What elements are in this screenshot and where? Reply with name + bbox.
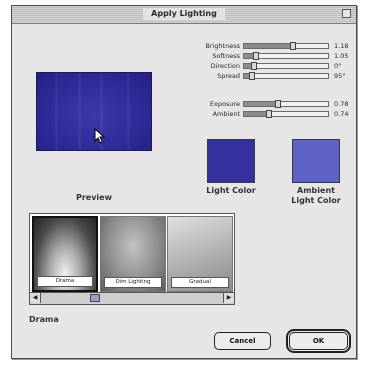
preview-streak xyxy=(78,73,81,150)
slider-label: Direction xyxy=(210,62,240,70)
slider-label: Softness xyxy=(212,52,240,60)
ok-button[interactable]: OK xyxy=(289,332,348,350)
gallery-scrollbar[interactable]: ◀ ▶ xyxy=(30,292,234,304)
slider-label: Spread xyxy=(217,72,240,80)
preview-image[interactable] xyxy=(36,72,152,151)
slider-label: Brightness xyxy=(205,42,240,50)
slider-row: Direction 0° xyxy=(166,62,356,71)
slider-track[interactable] xyxy=(243,62,329,70)
preview-streak xyxy=(127,73,130,150)
slider-fill xyxy=(244,102,278,106)
slider-value: 0.78 xyxy=(334,100,349,108)
slider-value: 95° xyxy=(334,72,346,80)
light-color-label: Light Color xyxy=(206,186,256,195)
lighting-style-gallery: Drama Dim Lighting Gradual ◀ ▶ xyxy=(29,213,235,305)
ambient-label-line2: Light Color xyxy=(291,196,341,205)
style-thumb-gradual[interactable]: Gradual xyxy=(167,216,233,292)
slider-thumb[interactable] xyxy=(289,42,296,50)
selected-style-name: Drama xyxy=(29,315,59,324)
slider-value: 1.05 xyxy=(334,52,349,60)
title-bar[interactable]: Apply Lighting xyxy=(12,6,356,24)
close-box[interactable] xyxy=(342,9,351,18)
scroll-right-arrow-icon[interactable]: ▶ xyxy=(223,293,234,303)
slider-row: Spread 95° xyxy=(166,72,356,81)
dialog-title: Apply Lighting xyxy=(143,8,225,20)
arrow-cursor-icon xyxy=(94,128,106,144)
slider-track[interactable] xyxy=(243,100,329,108)
light-color-swatch[interactable] xyxy=(207,139,255,183)
style-thumb-drama[interactable]: Drama xyxy=(32,216,98,292)
style-caption: Drama xyxy=(37,276,93,287)
slider-row: Exposure 0.78 xyxy=(166,100,356,109)
slider-value: 0.74 xyxy=(334,110,349,118)
slider-fill xyxy=(244,44,293,48)
slider-thumb[interactable] xyxy=(249,72,256,80)
slider-thumb[interactable] xyxy=(274,100,281,108)
slider-thumb[interactable] xyxy=(251,62,258,70)
style-thumb-dim-lighting[interactable]: Dim Lighting xyxy=(100,216,166,292)
slider-value: 1.18 xyxy=(334,42,349,50)
slider-label: Exposure xyxy=(209,100,240,108)
slider-row: Brightness 1.18 xyxy=(166,42,356,51)
cancel-button[interactable]: Cancel xyxy=(214,332,271,350)
slider-thumb[interactable] xyxy=(266,110,273,118)
ambient-light-color-swatch[interactable] xyxy=(292,139,340,183)
scroll-left-arrow-icon[interactable]: ◀ xyxy=(30,293,41,303)
style-caption: Dim Lighting xyxy=(104,277,162,288)
slider-label: Ambient xyxy=(212,110,240,118)
slider-track[interactable] xyxy=(243,42,329,50)
scroll-thumb[interactable] xyxy=(90,294,100,302)
style-caption: Gradual xyxy=(171,277,229,288)
slider-row: Ambient 0.74 xyxy=(166,110,356,119)
ambient-label-line1: Ambient xyxy=(297,186,335,195)
slider-track[interactable] xyxy=(243,110,329,118)
preview-streak xyxy=(55,73,58,150)
slider-track[interactable] xyxy=(243,52,329,60)
slider-value: 0° xyxy=(334,62,342,70)
slider-thumb[interactable] xyxy=(252,52,259,60)
slider-track[interactable] xyxy=(243,72,329,80)
preview-label: Preview xyxy=(75,193,112,202)
ambient-light-color-label: Ambient Light Color xyxy=(276,186,356,206)
slider-row: Softness 1.05 xyxy=(166,52,356,61)
